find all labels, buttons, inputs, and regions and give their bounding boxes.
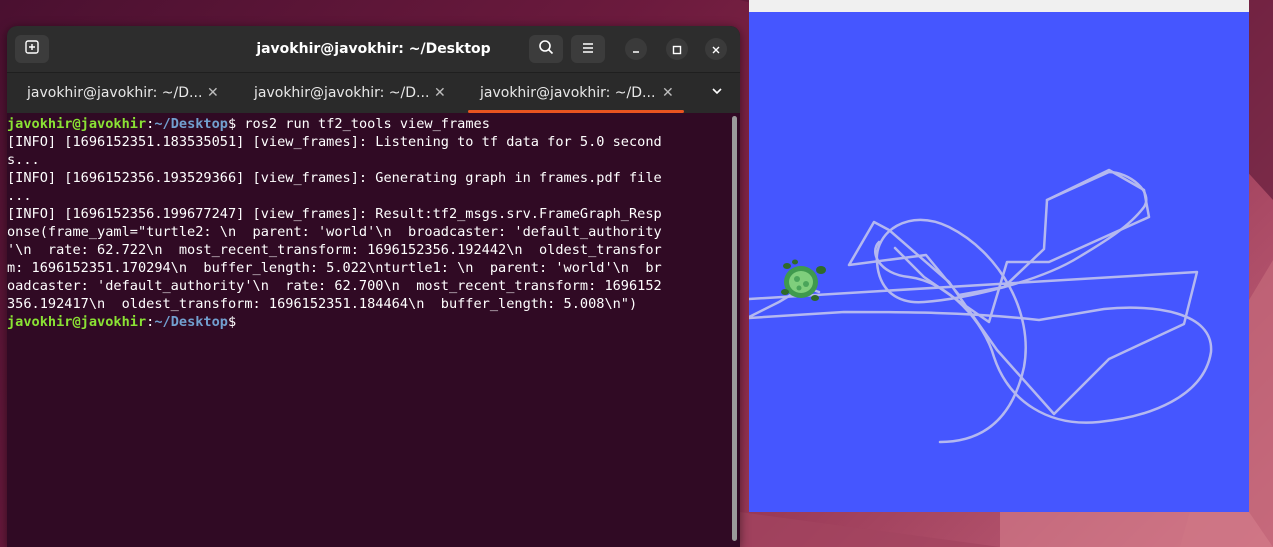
output-line: m: 1696152351.170294\n buffer_length: 5.… xyxy=(7,260,662,276)
turtle-trail xyxy=(747,168,1213,444)
tab-1[interactable]: javokhir@javokhir: ~/D... ✕ xyxy=(27,73,247,113)
output-line: s... xyxy=(7,152,40,168)
close-icon[interactable]: ✕ xyxy=(662,85,674,101)
close-icon[interactable]: ✕ xyxy=(207,85,219,101)
terminal-window: javokhir@javokhir: ~/Desktop javokhir@ja… xyxy=(7,26,740,547)
tab-3[interactable]: javokhir@javokhir: ~/D... ✕ xyxy=(468,73,700,113)
new-tab-button[interactable] xyxy=(15,35,49,63)
terminal-output[interactable]: javokhir@javokhir:~/Desktop$ ros2 run tf… xyxy=(7,113,729,547)
output-line: oadcaster: 'default_authority'\n rate: 6… xyxy=(7,278,662,294)
close-button[interactable] xyxy=(705,38,727,60)
turtlesim-titlebar[interactable] xyxy=(749,0,1249,12)
tab-label: javokhir@javokhir: ~/D... xyxy=(27,85,203,101)
prompt-symbol: $ xyxy=(228,314,237,330)
prompt-user: javokhir@javokhir xyxy=(7,116,147,132)
output-line: [INFO] [1696152356.199677247] [view_fram… xyxy=(7,206,662,222)
output-line: 356.192417\n oldest_transform: 169615235… xyxy=(7,296,638,312)
minimize-icon xyxy=(631,40,641,59)
scrollbar[interactable] xyxy=(732,116,737,541)
prompt-symbol: $ xyxy=(228,116,237,132)
tab-label: javokhir@javokhir: ~/D... xyxy=(254,85,430,101)
output-line: [INFO] [1696152351.183535051] [view_fram… xyxy=(7,134,662,150)
new-tab-icon xyxy=(24,39,40,59)
tab-label: javokhir@javokhir: ~/D... xyxy=(480,85,656,101)
prompt-line: javokhir@javokhir:~/Desktop$ xyxy=(7,313,729,331)
prompt-path: ~/Desktop xyxy=(154,116,228,132)
output-line: ... xyxy=(7,188,32,204)
command-text: ros2 run tf2_tools view_frames xyxy=(236,116,490,132)
output-line: '\n rate: 62.722\n most_recent_transform… xyxy=(7,242,662,258)
output-line: [INFO] [1696152356.193529366] [view_fram… xyxy=(7,170,662,186)
prompt-path: ~/Desktop xyxy=(154,314,228,330)
close-icon[interactable]: ✕ xyxy=(434,85,446,101)
chevron-down-icon xyxy=(711,85,723,101)
hamburger-menu-icon xyxy=(581,40,595,59)
prompt-user: javokhir@javokhir xyxy=(7,314,147,330)
maximize-icon xyxy=(672,40,682,59)
output-line: onse(frame_yaml="turtle2: \n parent: 'wo… xyxy=(7,224,662,240)
command-line: javokhir@javokhir:~/Desktop$ ros2 run tf… xyxy=(7,115,729,133)
maximize-button[interactable] xyxy=(666,38,688,60)
search-icon xyxy=(538,39,554,59)
minimize-button[interactable] xyxy=(625,38,647,60)
tab-2[interactable]: javokhir@javokhir: ~/D... ✕ xyxy=(254,73,474,113)
tab-bar: javokhir@javokhir: ~/D... ✕ javokhir@jav… xyxy=(7,72,740,113)
search-button[interactable] xyxy=(529,35,563,63)
title-bar: javokhir@javokhir: ~/Desktop xyxy=(7,26,740,72)
turtlesim-canvas xyxy=(747,12,1249,512)
close-icon xyxy=(711,40,721,59)
tabs-dropdown-button[interactable] xyxy=(711,73,731,113)
window-title: javokhir@javokhir: ~/Desktop xyxy=(256,41,491,57)
menu-button[interactable] xyxy=(571,35,605,63)
turtlesim-window xyxy=(747,0,1249,512)
